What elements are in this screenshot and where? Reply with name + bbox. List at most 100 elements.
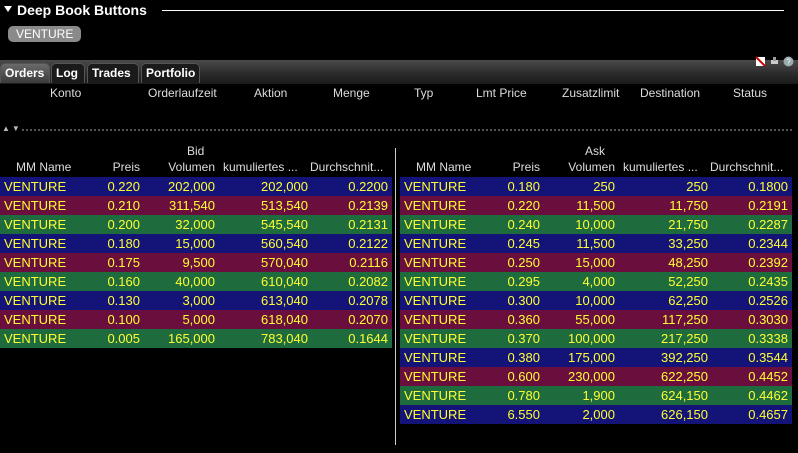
book-divider[interactable] xyxy=(395,148,396,445)
cumulative-cell: 52,250 xyxy=(668,274,708,289)
splitter-arrows[interactable]: ▲▼ xyxy=(2,124,22,133)
panel-icons: ? xyxy=(755,56,794,70)
tab-orders[interactable]: Orders xyxy=(0,63,50,83)
bid-row[interactable]: VENTURE 0.005 165,000 783,040 0.1644 xyxy=(0,329,392,348)
bid-title: Bid xyxy=(187,144,205,158)
bid-row[interactable]: VENTURE 0.180 15,000 560,540 0.2122 xyxy=(0,234,392,253)
volume-cell: 100,000 xyxy=(568,331,615,346)
volume-cell: 40,000 xyxy=(175,274,215,289)
price-cell: 0.160 xyxy=(107,274,140,289)
average-cell: 0.2122 xyxy=(348,236,388,251)
cumulative-cell: 783,040 xyxy=(261,331,308,346)
col-zusatzlimit[interactable]: Zusatzlimit xyxy=(562,86,619,100)
price-cell: 0.005 xyxy=(107,331,140,346)
volume-cell: 9,500 xyxy=(182,255,215,270)
tab-portfolio[interactable]: Portfolio xyxy=(141,63,200,83)
bid-col-preis[interactable]: Preis xyxy=(90,160,140,174)
volume-cell: 311,540 xyxy=(168,198,215,213)
clear-icon[interactable] xyxy=(755,56,766,67)
average-cell: 0.2139 xyxy=(348,198,388,213)
cumulative-cell: 217,250 xyxy=(661,331,708,346)
ask-row[interactable]: VENTURE 0.245 11,500 33,250 0.2344 xyxy=(400,234,792,253)
price-cell: 0.130 xyxy=(107,293,140,308)
volume-cell: 55,000 xyxy=(575,312,615,327)
tab-log[interactable]: Log xyxy=(51,63,85,83)
mm-name-cell: VENTURE xyxy=(4,331,67,346)
bid-col-mm-name[interactable]: MM Name xyxy=(16,160,71,174)
ask-row[interactable]: VENTURE 0.360 55,000 117,250 0.3030 xyxy=(400,310,792,329)
price-cell: 0.360 xyxy=(507,312,540,327)
cumulative-cell: 62,250 xyxy=(668,293,708,308)
average-cell: 0.4657 xyxy=(748,407,788,422)
col-destination[interactable]: Destination xyxy=(640,86,700,100)
price-cell: 0.380 xyxy=(507,350,540,365)
bid-row[interactable]: VENTURE 0.130 3,000 613,040 0.2078 xyxy=(0,291,392,310)
tools-icon[interactable] xyxy=(769,56,780,67)
mm-name-cell: VENTURE xyxy=(404,350,467,365)
sort-down-icon[interactable]: ▼ xyxy=(12,124,22,133)
average-cell: 0.4462 xyxy=(748,388,788,403)
bid-row[interactable]: VENTURE 0.200 32,000 545,540 0.2131 xyxy=(0,215,392,234)
ask-col-durchschnitt[interactable]: Durchschnit... xyxy=(710,160,783,174)
ask-row[interactable]: VENTURE 0.300 10,000 62,250 0.2526 xyxy=(400,291,792,310)
mm-name-cell: VENTURE xyxy=(404,236,467,251)
col-lmt-price[interactable]: Lmt Price xyxy=(476,86,527,100)
symbol-chip[interactable]: VENTURE xyxy=(8,26,82,42)
ask-row[interactable]: VENTURE 0.180 250 250 0.1800 xyxy=(400,177,792,196)
volume-cell: 10,000 xyxy=(575,293,615,308)
bid-col-durchschnitt[interactable]: Durchschnit... xyxy=(310,160,383,174)
ask-col-preis[interactable]: Preis xyxy=(490,160,540,174)
bid-row[interactable]: VENTURE 0.210 311,540 513,540 0.2139 xyxy=(0,196,392,215)
average-cell: 0.2435 xyxy=(748,274,788,289)
cumulative-cell: 618,040 xyxy=(261,312,308,327)
collapse-triangle-icon[interactable] xyxy=(3,4,13,14)
ask-row[interactable]: VENTURE 0.240 10,000 21,750 0.2287 xyxy=(400,215,792,234)
average-cell: 0.2131 xyxy=(348,217,388,232)
average-cell: 0.2078 xyxy=(348,293,388,308)
bid-rows: VENTURE 0.220 202,000 202,000 0.2200 VENTURE 0… xyxy=(0,177,392,348)
average-cell: 0.2191 xyxy=(748,198,788,213)
ask-row[interactable]: VENTURE 0.295 4,000 52,250 0.2435 xyxy=(400,272,792,291)
bid-row[interactable]: VENTURE 0.175 9,500 570,040 0.2116 xyxy=(0,253,392,272)
ask-row[interactable]: VENTURE 0.220 11,500 11,750 0.2191 xyxy=(400,196,792,215)
mm-name-cell: VENTURE xyxy=(4,217,67,232)
price-cell: 0.180 xyxy=(507,179,540,194)
mm-name-cell: VENTURE xyxy=(4,179,67,194)
ask-col-mm-name[interactable]: MM Name xyxy=(416,160,471,174)
mm-name-cell: VENTURE xyxy=(404,293,467,308)
ask-row[interactable]: VENTURE 0.600 230,000 622,250 0.4452 xyxy=(400,367,792,386)
volume-cell: 3,000 xyxy=(182,293,215,308)
ask-row[interactable]: VENTURE 0.380 175,000 392,250 0.3544 xyxy=(400,348,792,367)
bid-col-volumen[interactable]: Volumen xyxy=(150,160,215,174)
ask-row[interactable]: VENTURE 6.550 2,000 626,150 0.4657 xyxy=(400,405,792,424)
col-status[interactable]: Status xyxy=(733,86,767,100)
mm-name-cell: VENTURE xyxy=(4,312,67,327)
cumulative-cell: 202,000 xyxy=(261,179,308,194)
cumulative-cell: 117,250 xyxy=(661,312,708,327)
bid-row[interactable]: VENTURE 0.100 5,000 618,040 0.2070 xyxy=(0,310,392,329)
splitter-handle[interactable] xyxy=(22,129,792,131)
bid-row[interactable]: VENTURE 0.160 40,000 610,040 0.2082 xyxy=(0,272,392,291)
col-konto[interactable]: Konto xyxy=(50,86,81,100)
price-cell: 0.600 xyxy=(507,369,540,384)
tab-trades[interactable]: Trades xyxy=(87,63,139,83)
col-aktion[interactable]: Aktion xyxy=(254,86,287,100)
ask-col-kumuliert[interactable]: kumuliertes ... xyxy=(623,160,698,174)
price-cell: 0.180 xyxy=(107,236,140,251)
bid-row[interactable]: VENTURE 0.220 202,000 202,000 0.2200 xyxy=(0,177,392,196)
volume-cell: 4,000 xyxy=(582,274,615,289)
sort-up-icon[interactable]: ▲ xyxy=(2,124,12,133)
help-icon[interactable]: ? xyxy=(783,56,794,67)
mm-name-cell: VENTURE xyxy=(404,255,467,270)
bid-col-kumuliert[interactable]: kumuliertes ... xyxy=(223,160,298,174)
ask-row[interactable]: VENTURE 0.370 100,000 217,250 0.3338 xyxy=(400,329,792,348)
volume-cell: 1,900 xyxy=(582,388,615,403)
col-typ[interactable]: Typ xyxy=(414,86,433,100)
ask-col-volumen[interactable]: Volumen xyxy=(550,160,615,174)
ask-row[interactable]: VENTURE 0.780 1,900 624,150 0.4462 xyxy=(400,386,792,405)
ask-row[interactable]: VENTURE 0.250 15,000 48,250 0.2392 xyxy=(400,253,792,272)
volume-cell: 165,000 xyxy=(168,331,215,346)
col-menge[interactable]: Menge xyxy=(333,86,370,100)
col-orderlaufzeit[interactable]: Orderlaufzeit xyxy=(148,86,217,100)
cumulative-cell: 610,040 xyxy=(261,274,308,289)
